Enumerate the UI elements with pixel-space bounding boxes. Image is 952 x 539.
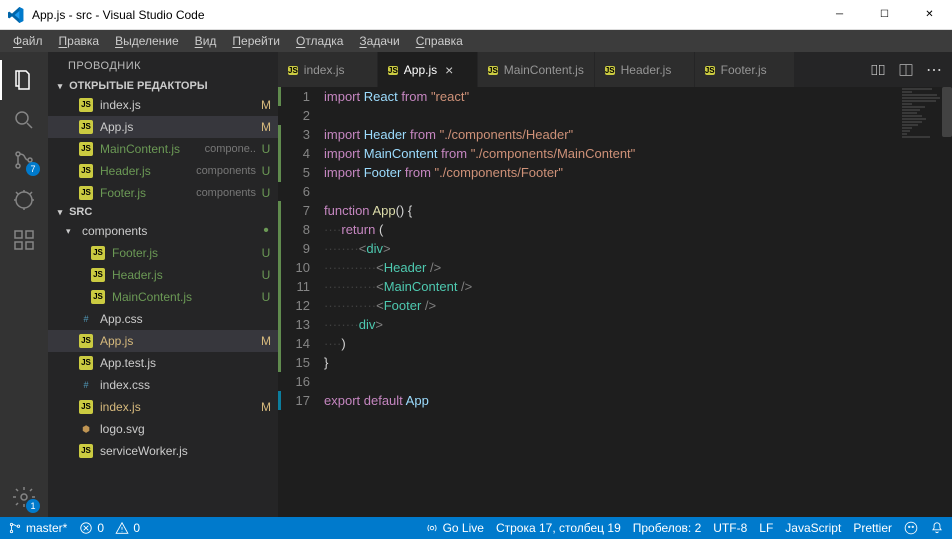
status-golive[interactable]: Go Live (425, 521, 484, 535)
gutter: 1234567891011121314151617 (278, 87, 324, 517)
menu-item[interactable]: Файл (5, 34, 51, 48)
open-editor-item[interactable]: JSFooter.jscomponentsU (48, 182, 278, 204)
scm-badge: 7 (26, 162, 40, 176)
file-item[interactable]: #App.css (48, 308, 278, 330)
status-position[interactable]: Строка 17, столбец 19 (496, 521, 621, 535)
file-item[interactable]: ⬢logo.svg (48, 418, 278, 440)
menu-item[interactable]: Задачи (351, 34, 407, 48)
folder-item[interactable]: ▾components• (48, 220, 278, 242)
status-spaces[interactable]: Пробелов: 2 (633, 521, 702, 535)
menu-item[interactable]: Правка (51, 34, 108, 48)
open-editor-item[interactable]: JSHeader.jscomponentsU (48, 160, 278, 182)
split-icon[interactable] (898, 62, 914, 78)
status-branch[interactable]: master* (8, 521, 67, 535)
source-control-icon[interactable]: 7 (0, 140, 48, 180)
editor-tab[interactable]: JSMainContent.js (478, 52, 595, 87)
open-editor-item[interactable]: JSMainContent.jscompone..U (48, 138, 278, 160)
close-icon[interactable]: × (445, 62, 453, 78)
explorer-icon[interactable] (0, 60, 48, 100)
activity-bar: 7 1 (0, 52, 48, 517)
code-body[interactable]: import React from "react"import Header f… (324, 87, 952, 517)
more-icon[interactable]: ⋯ (926, 60, 942, 80)
open-editors-header[interactable]: ▾ ОТКРЫТЫЕ РЕДАКТОРЫ (48, 78, 278, 94)
editor-tabs: JSindex.jsJSApp.js×JSMainContent.jsJSHea… (278, 52, 952, 87)
status-encoding[interactable]: UTF-8 (713, 521, 747, 535)
editor-tab[interactable]: JSindex.js (278, 52, 378, 87)
menu-item[interactable]: Перейти (224, 34, 288, 48)
status-eol[interactable]: LF (759, 521, 773, 535)
sidebar: ПРОВОДНИК ▾ ОТКРЫТЫЕ РЕДАКТОРЫ JSindex.j… (48, 52, 278, 517)
menu-item[interactable]: Вид (187, 34, 225, 48)
debug-icon[interactable] (0, 180, 48, 220)
status-bell-icon[interactable] (930, 521, 944, 535)
file-item[interactable]: #index.css (48, 374, 278, 396)
editor-tab[interactable]: JSFooter.js (695, 52, 795, 87)
open-editor-item[interactable]: JSindex.jsM (48, 94, 278, 116)
code-area[interactable]: 1234567891011121314151617 import React f… (278, 87, 952, 517)
tab-actions: ⋯ (860, 52, 952, 87)
file-item[interactable]: JSindex.jsM (48, 396, 278, 418)
status-problems[interactable]: 0 0 (79, 521, 140, 535)
status-bar: master* 0 0 Go Live Строка 17, столбец 1… (0, 517, 952, 539)
search-icon[interactable] (0, 100, 48, 140)
workspace-header[interactable]: ▾ SRC (48, 204, 278, 220)
sidebar-title: ПРОВОДНИК (48, 52, 278, 78)
file-item[interactable]: JSApp.test.js (48, 352, 278, 374)
menubar: ФайлПравкаВыделениеВидПерейтиОтладкаЗада… (0, 30, 952, 52)
menu-item[interactable]: Выделение (107, 34, 187, 48)
editor-tab[interactable]: JSHeader.js (595, 52, 695, 87)
file-item[interactable]: JSMainContent.jsU (48, 286, 278, 308)
file-item[interactable]: JSApp.jsM (48, 330, 278, 352)
status-feedback-icon[interactable] (904, 521, 918, 535)
file-item[interactable]: JSFooter.jsU (48, 242, 278, 264)
extensions-icon[interactable] (0, 220, 48, 260)
settings-badge: 1 (26, 499, 40, 513)
menu-item[interactable]: Справка (408, 34, 471, 48)
file-item[interactable]: JSserviceWorker.js (48, 440, 278, 462)
titlebar: App.js - src - Visual Studio Code ─ ☐ ✕ (0, 0, 952, 30)
scrollbar[interactable] (938, 87, 952, 517)
vscode-icon (8, 7, 24, 23)
chevron-down-icon: ▾ (54, 81, 66, 92)
open-editor-item[interactable]: JSApp.jsM (48, 116, 278, 138)
window-title: App.js - src - Visual Studio Code (32, 8, 817, 22)
maximize-button[interactable]: ☐ (862, 0, 907, 30)
compare-icon[interactable] (870, 62, 886, 78)
editor-tab[interactable]: JSApp.js× (378, 52, 478, 87)
settings-icon[interactable]: 1 (0, 477, 48, 517)
close-button[interactable]: ✕ (907, 0, 952, 30)
status-lang[interactable]: JavaScript (785, 521, 841, 535)
status-prettier[interactable]: Prettier (853, 521, 892, 535)
menu-item[interactable]: Отладка (288, 34, 351, 48)
file-item[interactable]: JSHeader.jsU (48, 264, 278, 286)
minimize-button[interactable]: ─ (817, 0, 862, 30)
chevron-down-icon: ▾ (54, 207, 66, 218)
editor: JSindex.jsJSApp.js×JSMainContent.jsJSHea… (278, 52, 952, 517)
